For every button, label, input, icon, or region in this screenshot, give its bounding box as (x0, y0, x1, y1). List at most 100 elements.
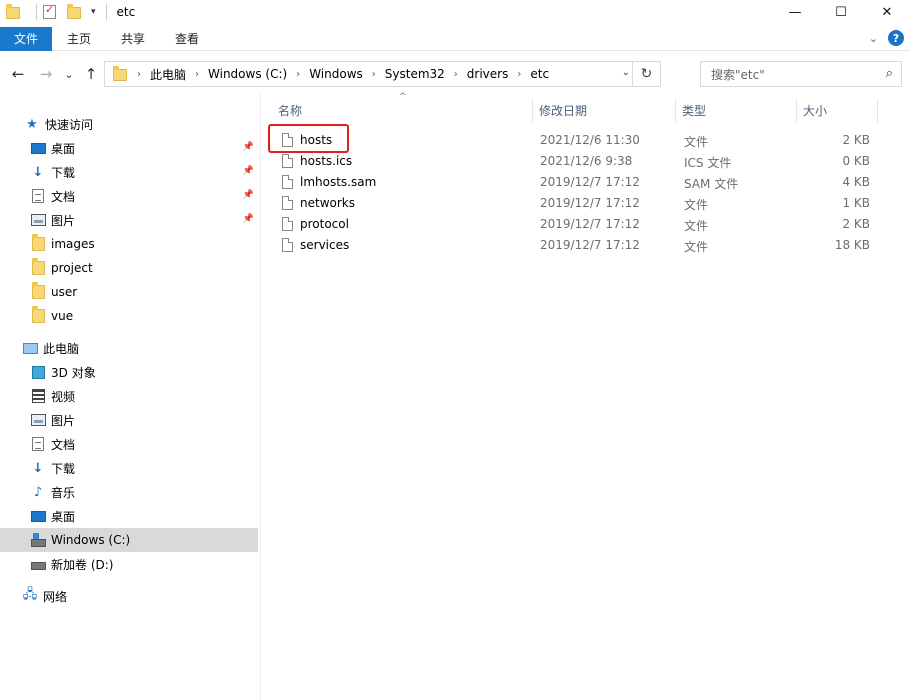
3d-objects-icon (30, 364, 46, 380)
search-placeholder: 搜索"etc" (711, 67, 765, 82)
search-icon: ⌕ (885, 66, 893, 81)
sidebar-item-label: user (51, 285, 78, 299)
file-date: 2021/12/6 11:30 (540, 133, 640, 147)
pin-icon[interactable]: 📌 (243, 166, 254, 176)
pin-icon[interactable]: 📌 (243, 214, 254, 224)
file-icon (282, 154, 293, 168)
file-icon (282, 217, 293, 231)
file-type: ICS 文件 (684, 156, 732, 170)
up-button[interactable]: ↑ (82, 64, 100, 84)
breadcrumb-label[interactable]: etc (530, 67, 549, 81)
refresh-button[interactable]: ↻ (632, 62, 660, 86)
file-date: 2019/12/7 17:12 (540, 175, 640, 189)
navigation-bar: ← → ⌄ ↑ › 此电脑 › Windows (C:) › Windows › Sy… (0, 58, 910, 90)
sidebar-item-3d-objects[interactable]: 3D 对象 (0, 360, 258, 384)
close-button[interactable]: ✕ (864, 0, 910, 24)
sidebar-item-pc-desktop[interactable]: 桌面 (0, 504, 258, 528)
address-bar[interactable]: › 此电脑 › Windows (C:) › Windows › System32 › … (104, 61, 661, 87)
pin-icon[interactable]: 📌 (243, 142, 254, 152)
breadcrumb-label[interactable]: System32 (385, 67, 445, 81)
maximize-button[interactable]: ☐ (818, 0, 864, 24)
column-header-date[interactable]: 修改日期 (533, 99, 675, 121)
file-row-hosts[interactable]: hosts 2021/12/6 11:30 文件 2 KB (272, 130, 880, 151)
file-type: 文件 (684, 135, 709, 149)
sidebar-item-music[interactable]: ♪ 音乐 (0, 480, 258, 504)
file-row-services[interactable]: services 2019/12/7 17:12 文件 18 KB (272, 235, 880, 256)
pane-divider[interactable] (260, 92, 261, 700)
sidebar-item-pc-pictures[interactable]: 图片 (0, 408, 258, 432)
sidebar-item-c-drive[interactable]: Windows (C:) (0, 528, 258, 552)
file-size: 4 KB (842, 175, 870, 189)
breadcrumb-windows[interactable]: Windows › (309, 67, 385, 81)
breadcrumb-label[interactable]: Windows (C:) (208, 67, 287, 81)
desktop-icon (30, 140, 46, 156)
properties-icon[interactable] (43, 3, 59, 20)
sidebar-item-videos[interactable]: 视频 (0, 384, 258, 408)
sidebar-item-project[interactable]: project (0, 256, 258, 280)
expand-ribbon-icon[interactable]: ⌄ (869, 32, 878, 45)
sidebar-item-label: 文档 (51, 189, 76, 204)
breadcrumb-system32[interactable]: System32 › (385, 67, 467, 81)
breadcrumb-label[interactable]: Windows (309, 67, 363, 81)
minimize-button[interactable]: — (772, 0, 818, 24)
folder-icon (30, 258, 46, 276)
file-date: 2019/12/7 17:12 (540, 217, 640, 231)
sidebar-item-pc-documents[interactable]: 文档 (0, 432, 258, 456)
folder-icon (113, 65, 127, 82)
column-header-name[interactable]: 名称 (272, 99, 530, 121)
file-row-lmhosts[interactable]: lmhosts.sam 2019/12/7 17:12 SAM 文件 4 KB (272, 172, 880, 193)
tab-view[interactable]: 查看 (160, 27, 214, 51)
breadcrumb-label[interactable]: 此电脑 (150, 66, 186, 83)
sidebar-item-pc-downloads[interactable]: ↓ 下载 (0, 456, 258, 480)
file-name: services (300, 238, 350, 252)
sidebar-item-network[interactable]: 🖧 网络 (0, 584, 258, 608)
sidebar-item-label: 快速访问 (45, 117, 94, 132)
sidebar-item-quick-access[interactable]: ★ 快速访问 (0, 112, 258, 136)
forward-button[interactable]: → (36, 64, 56, 84)
sidebar-item-label: 图片 (51, 413, 76, 428)
sidebar-item-d-drive[interactable]: 新加卷 (D:) (0, 552, 258, 576)
breadcrumb-label[interactable]: drivers (467, 67, 509, 81)
search-input[interactable]: 搜索"etc" ⌕ (700, 61, 902, 87)
sidebar-item-label: project (51, 261, 93, 275)
sidebar-item-user[interactable]: user (0, 280, 258, 304)
sidebar-item-desktop[interactable]: 桌面 📌 (0, 136, 258, 160)
chevron-down-icon[interactable]: ⌄ (622, 67, 630, 78)
sidebar-item-downloads[interactable]: ↓ 下载 📌 (0, 160, 258, 184)
breadcrumb-c-drive[interactable]: Windows (C:) › (208, 67, 309, 81)
file-date: 2019/12/7 17:12 (540, 196, 640, 210)
tab-home[interactable]: 主页 (52, 27, 106, 51)
sidebar-item-vue[interactable]: vue (0, 304, 258, 328)
sidebar-item-this-pc[interactable]: 此电脑 (0, 336, 258, 360)
sidebar-item-label: Windows (C:) (51, 533, 131, 547)
recent-locations-button[interactable]: ⌄ (62, 64, 76, 84)
back-button[interactable]: ← (8, 64, 28, 84)
pin-icon[interactable]: 📌 (243, 190, 254, 200)
breadcrumb-etc[interactable]: etc (530, 67, 549, 81)
ribbon-tabs: 文件 主页 共享 查看 ⌄ ? (0, 26, 910, 51)
new-folder-icon[interactable] (67, 4, 83, 20)
sidebar-item-label: 文档 (51, 437, 76, 452)
documents-icon (30, 436, 46, 452)
tab-file[interactable]: 文件 (0, 26, 52, 51)
sidebar-item-label: 3D 对象 (51, 365, 96, 380)
breadcrumb-this-pc[interactable]: 此电脑 › (150, 66, 208, 83)
sidebar-item-documents[interactable]: 文档 📌 (0, 184, 258, 208)
column-header-type[interactable]: 类型 (676, 99, 796, 121)
breadcrumb-drivers[interactable]: drivers › (467, 67, 531, 81)
tab-share[interactable]: 共享 (106, 27, 160, 51)
sidebar-item-label: 图片 (51, 213, 76, 228)
file-row-hosts-ics[interactable]: hosts.ics 2021/12/6 9:38 ICS 文件 0 KB (272, 151, 880, 172)
file-row-networks[interactable]: networks 2019/12/7 17:12 文件 1 KB (272, 193, 880, 214)
customize-toolbar-icon[interactable]: ▾ (91, 7, 96, 17)
column-divider[interactable] (877, 99, 878, 123)
file-name: hosts.ics (300, 154, 353, 168)
file-row-protocol[interactable]: protocol 2019/12/7 17:12 文件 2 KB (272, 214, 880, 235)
help-icon[interactable]: ? (888, 30, 904, 46)
file-date: 2019/12/7 17:12 (540, 238, 640, 252)
file-name: networks (300, 196, 355, 210)
sidebar-item-images[interactable]: images (0, 232, 258, 256)
file-icon (282, 175, 293, 189)
sidebar-item-pictures[interactable]: 图片 📌 (0, 208, 258, 232)
column-header-size[interactable]: 大小 (797, 99, 877, 121)
